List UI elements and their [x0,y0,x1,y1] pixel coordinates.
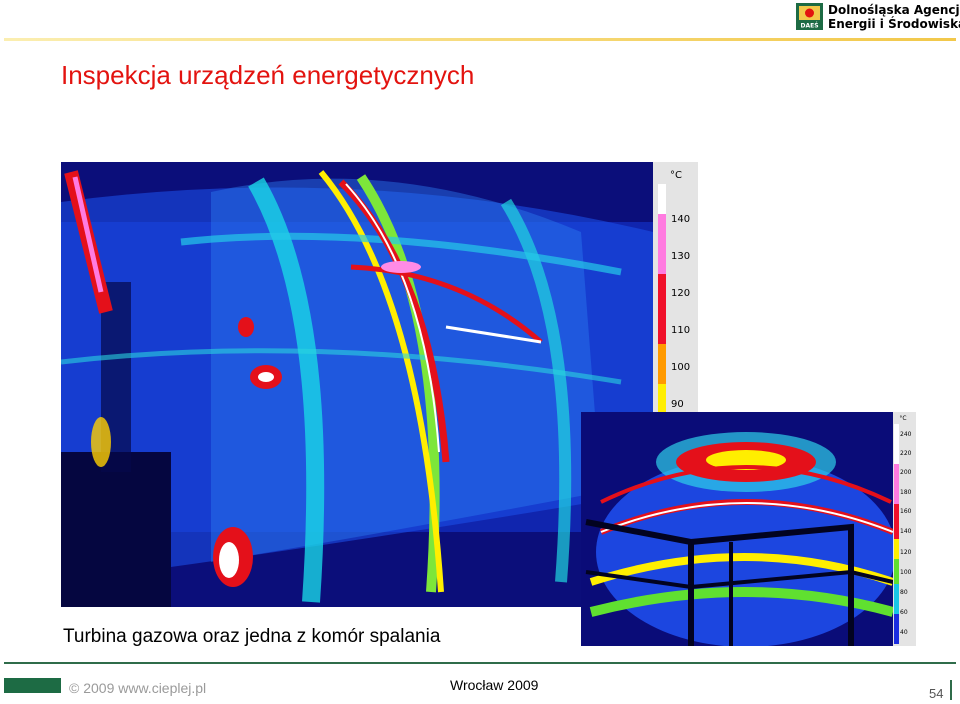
organization-logo: DAEŚ Dolnośląska Agencja Energii i Środo… [796,3,960,33]
place-date: Wrocław 2009 [450,677,539,693]
inset-scale-label: 80 [900,589,908,596]
main-scale-label: 100 [671,362,690,373]
daes-logo-icon: DAEŚ [796,3,823,30]
org-name-line2: Energii i Środowiska [828,17,960,31]
inset-scale-label: 60 [900,609,908,616]
inset-scale-label: 160 [900,508,912,515]
main-scale-label: 130 [671,251,690,262]
header-divider [4,38,956,41]
inset-scale-label: 120 [900,549,912,556]
image-caption: Turbina gazowa oraz jedna z komór spalan… [63,626,441,647]
logo-abbrev: DAEŚ [800,23,818,30]
copyright-text: © 2009 www.cieplej.pl [69,680,207,696]
page-number: 54 [929,686,944,701]
inset-scale-label: 140 [900,528,912,535]
main-scale-unit: °C [670,170,682,181]
main-scale-label: 120 [671,288,690,299]
inset-scale-label: 200 [900,469,912,476]
organization-name: Dolnośląska Agencja Energii i Środowiska [828,3,960,31]
inset-scale-label: 180 [900,489,912,496]
page-number-bar [950,680,952,700]
slide-title: Inspekcja urządzeń energetycznych [61,60,475,90]
inset-scale-label: 40 [900,629,908,636]
inset-scale-label: 240 [900,431,912,438]
main-scale-label: 110 [671,325,690,336]
inset-scale-label: 220 [900,450,912,457]
main-scale-label: 140 [671,214,690,225]
footer-divider [4,662,956,664]
org-name-line1: Dolnośląska Agencja [828,3,960,17]
inset-scale-unit: °C [899,415,906,422]
footer-accent-block [4,678,61,693]
main-scale-label: 90 [671,399,684,410]
thermal-image-combustion-chamber: °C 240 220 200 180 160 140 120 100 80 60… [581,412,916,646]
inset-scale-label: 100 [900,569,912,576]
